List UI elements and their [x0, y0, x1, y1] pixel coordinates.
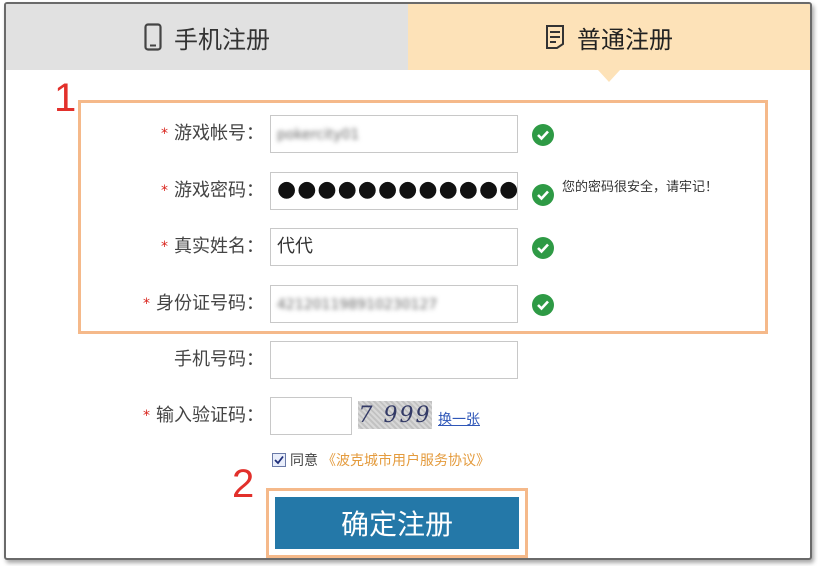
captcha-label-text: 输入验证码： [156, 405, 264, 426]
phone-input[interactable] [270, 341, 518, 379]
id-number-row: * 身份证号码： 421201198910230127 [6, 285, 810, 323]
password-value: ●●●●●●●●●●●●●●● [277, 177, 518, 202]
check-icon [532, 124, 554, 146]
real-name-row: * 真实姓名： 代代 [6, 228, 810, 266]
real-name-value: 代代 [277, 236, 313, 257]
registration-panel: 手机注册 普通注册 1 * 游戏帐号： pokercity01 * 游戏密码： … [4, 2, 812, 560]
phone-row: 手机号码： [6, 341, 810, 379]
id-number-label-text: 身份证号码： [156, 293, 264, 314]
required-star: * [161, 239, 168, 255]
required-star: * [161, 183, 168, 199]
captcha-image[interactable]: 7 999 [358, 401, 432, 429]
password-input[interactable]: ●●●●●●●●●●●●●●● [270, 172, 518, 210]
captcha-row: * 输入验证码： 7 999 换一张 [6, 397, 810, 435]
agreement-text: 同意 [290, 453, 318, 469]
phone-label: 手机号码： [174, 349, 264, 370]
password-strength-hint: 您的密码很安全，请牢记！ [562, 180, 719, 195]
real-name-input[interactable]: 代代 [270, 228, 518, 266]
account-row: * 游戏帐号： pokercity01 [6, 115, 810, 153]
account-input[interactable]: pokercity01 [270, 115, 518, 153]
account-value: pokercity01 [277, 127, 360, 143]
check-icon [532, 184, 554, 206]
real-name-label: * 真实姓名： [161, 228, 264, 266]
id-number-value: 421201198910230127 [277, 297, 438, 313]
account-label-text: 游戏帐号： [174, 123, 264, 144]
tab-phone-label: 手机注册 [174, 25, 270, 54]
captcha-image-text: 7 999 [358, 402, 432, 428]
submit-register-button[interactable]: 确定注册 [275, 497, 519, 549]
password-row: * 游戏密码： ●●●●●●●●●●●●●●● 您的密码很安全，请牢记！ [6, 172, 810, 210]
account-label: * 游戏帐号： [161, 115, 264, 153]
tab-normal-register[interactable]: 普通注册 [408, 4, 810, 82]
id-number-input[interactable]: 421201198910230127 [270, 285, 518, 323]
annotation-marker-2: 2 [232, 462, 255, 506]
checkmark-icon [274, 455, 284, 465]
required-star: * [161, 126, 168, 142]
tab-bar: 手机注册 普通注册 [6, 4, 810, 82]
real-name-label-text: 真实姓名： [174, 236, 264, 257]
mobile-phone-icon [144, 23, 162, 51]
captcha-refresh-link[interactable]: 换一张 [438, 409, 480, 429]
tab-phone-register[interactable]: 手机注册 [6, 4, 408, 70]
captcha-label: * 输入验证码： [143, 397, 264, 435]
required-star: * [143, 296, 150, 312]
agreement-checkbox[interactable] [272, 453, 286, 467]
check-icon [532, 294, 554, 316]
agreement-link[interactable]: 《波克城市用户服务协议》 [322, 450, 490, 470]
agreement-row: 同意 《波克城市用户服务协议》 [272, 450, 490, 470]
captcha-input[interactable] [270, 397, 352, 435]
required-star: * [143, 408, 150, 424]
password-label-text: 游戏密码： [174, 180, 264, 201]
check-icon [532, 237, 554, 259]
document-icon [545, 24, 565, 50]
id-number-label: * 身份证号码： [143, 285, 264, 323]
tab-normal-label: 普通注册 [577, 25, 673, 54]
submit-highlight: 确定注册 [266, 488, 528, 558]
password-label: * 游戏密码： [161, 172, 264, 210]
